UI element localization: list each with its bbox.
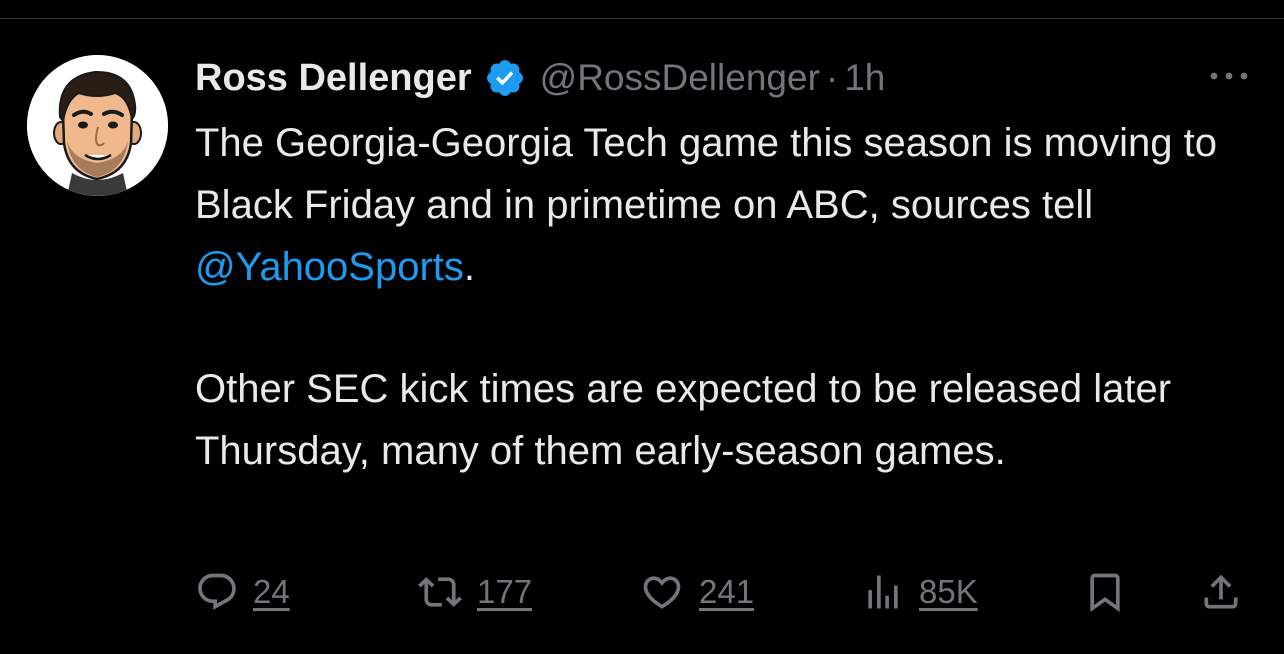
bookmark-button[interactable] <box>1083 565 1127 619</box>
tweet-text-part: The Georgia-Georgia Tech game this seaso… <box>195 121 1218 227</box>
repost-button[interactable]: 177 <box>417 565 532 619</box>
heart-icon <box>639 570 685 614</box>
views-count: 85K <box>919 573 978 610</box>
like-count: 241 <box>699 573 755 610</box>
tweet-paragraph-2: Other SEC kick times are expected to be … <box>195 367 1172 473</box>
verified-badge-icon[interactable] <box>484 57 526 99</box>
tweet-paragraph-1: The Georgia-Georgia Tech game this seaso… <box>195 112 1270 298</box>
share-button[interactable] <box>1199 565 1243 619</box>
reply-button[interactable]: 24 <box>195 565 290 619</box>
reply-icon <box>195 570 239 614</box>
avatar-illustration <box>27 55 168 196</box>
views-icon <box>861 570 905 614</box>
mention-link[interactable]: @YahooSports <box>195 245 464 289</box>
share-icon <box>1199 569 1243 615</box>
tweet-timestamp[interactable]: 1h <box>844 57 885 99</box>
more-icon[interactable] <box>1205 62 1253 90</box>
avatar[interactable] <box>27 55 168 196</box>
separator-dot: · <box>825 57 839 98</box>
reply-count: 24 <box>253 573 290 610</box>
views-button[interactable]: 85K <box>861 565 978 619</box>
tweet-header: Ross Dellenger @RossDellenger · 1h <box>195 52 885 104</box>
bookmark-icon <box>1083 569 1127 615</box>
top-divider <box>0 18 1284 19</box>
tweet-text-part: . <box>463 245 476 289</box>
repost-count: 177 <box>477 573 533 610</box>
tweet-text: The Georgia-Georgia Tech game this seaso… <box>195 112 1270 482</box>
repost-icon <box>417 570 463 614</box>
like-button[interactable]: 241 <box>639 565 754 619</box>
action-bar: 24 177 241 85K <box>195 565 1255 619</box>
author-handle[interactable]: @RossDellenger <box>540 57 820 99</box>
author-display-name[interactable]: Ross Dellenger <box>195 57 472 100</box>
